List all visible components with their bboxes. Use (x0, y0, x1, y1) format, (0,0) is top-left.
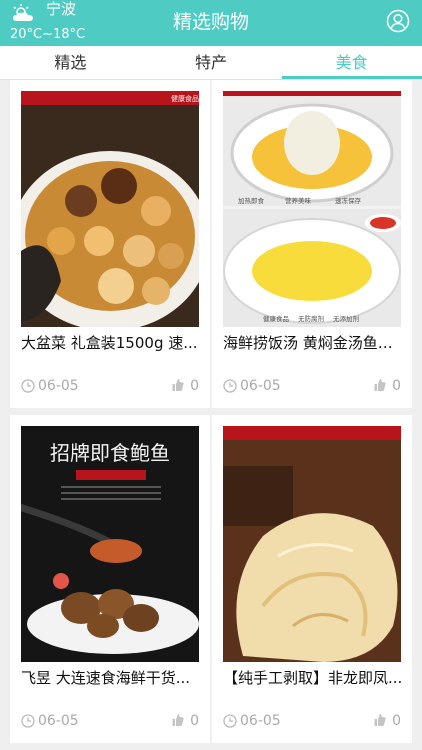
category-tabs: 精选 特产 美食 (0, 46, 422, 80)
svg-text:速冻保存: 速冻保存 (335, 196, 362, 205)
svg-text:加热即食: 加热即食 (238, 196, 265, 205)
date-text: 06-05 (240, 713, 281, 729)
date-text: 06-05 (38, 713, 79, 729)
svg-text:无防腐剂: 无防腐剂 (298, 314, 324, 323)
product-title[interactable]: 【纯手工剥取】非龙即凤... (223, 667, 403, 689)
thumbs-up-icon (172, 714, 184, 726)
svg-text:无添加剂: 无添加剂 (333, 314, 359, 323)
like-count: 0 (392, 713, 401, 729)
product-title[interactable]: 海鲜捞饭汤 黄焖金汤鱼刺... (223, 332, 403, 354)
page-title: 精选购物 (172, 11, 249, 33)
product-card[interactable]: 加热即食 营养美味 速冻保存 健康食品 无防腐剂 无添加剂 海鲜捞饭汤 黄焖金汤… (212, 80, 412, 408)
like-count: 0 (190, 713, 199, 729)
product-title[interactable]: 大盆菜 礼盒装1500g 速... (21, 332, 201, 354)
product-image[interactable]: 加热即食 营养美味 速冻保存 健康食品 无防腐剂 无添加剂 (223, 91, 401, 327)
post-date: 06-05 (21, 711, 79, 731)
product-card[interactable]: 招牌即食鲍鱼 飞昱 大连速食海鲜干货... 06-05 0 (10, 415, 210, 743)
date-text: 06-05 (240, 378, 281, 394)
active-tab-indicator (282, 76, 422, 79)
thumbs-up-icon (374, 379, 386, 391)
clock-icon (223, 379, 237, 393)
clock-icon (223, 714, 237, 728)
thumbs-up-icon (172, 379, 184, 391)
product-image[interactable]: 招牌即食鲍鱼 (21, 426, 199, 662)
tab-specialty[interactable]: 特产 (141, 46, 282, 79)
svg-text:健康食品: 健康食品 (263, 314, 289, 323)
tab-featured[interactable]: 精选 (0, 46, 141, 79)
product-card[interactable]: 【纯手工剥取】非龙即凤... 06-05 0 (212, 415, 412, 743)
product-title[interactable]: 飞昱 大连速食海鲜干货... (21, 667, 201, 689)
tab-food[interactable]: 美食 (281, 46, 422, 79)
clock-icon (21, 379, 35, 393)
product-card[interactable]: 健康食品 大盆菜 礼盒装1500g 速... 06-05 0 (10, 80, 210, 408)
date-text: 06-05 (38, 378, 79, 394)
like-counter[interactable]: 0 (374, 376, 401, 396)
post-date: 06-05 (21, 376, 79, 396)
product-image[interactable] (223, 426, 401, 662)
post-date: 06-05 (223, 376, 281, 396)
user-icon[interactable] (386, 9, 410, 33)
clock-icon (21, 714, 35, 728)
like-counter[interactable]: 0 (374, 711, 401, 731)
svg-text:营养美味: 营养美味 (285, 196, 312, 205)
svg-text:健康食品: 健康食品 (171, 94, 199, 103)
like-counter[interactable]: 0 (172, 376, 199, 396)
like-counter[interactable]: 0 (172, 711, 199, 731)
post-date: 06-05 (223, 711, 281, 731)
app-header: 宁波 20°C~18°C 精选购物 (0, 0, 422, 46)
svg-text:招牌即食鲍鱼: 招牌即食鲍鱼 (50, 441, 170, 465)
thumbs-up-icon (374, 714, 386, 726)
like-count: 0 (392, 378, 401, 394)
like-count: 0 (190, 378, 199, 394)
product-image[interactable]: 健康食品 (21, 91, 199, 327)
